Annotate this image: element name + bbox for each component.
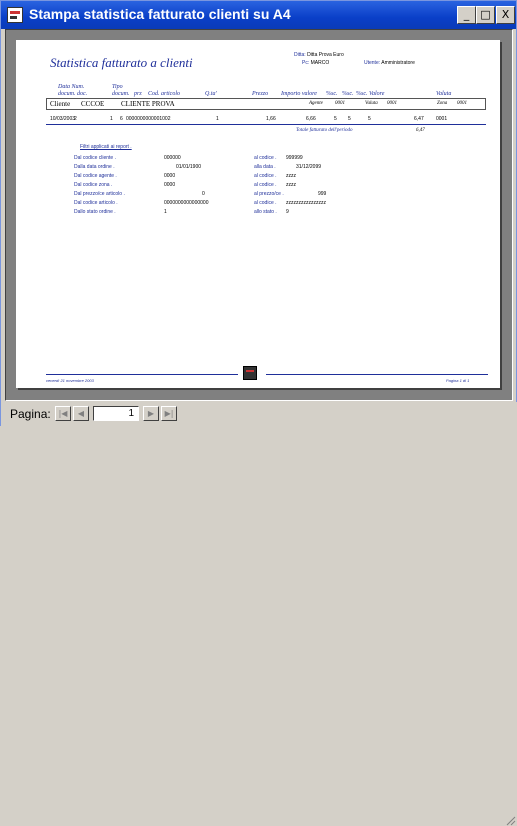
filter-label: Dal codice agente . bbox=[74, 173, 117, 179]
footer-date: venerdì 21 novembre 2003 bbox=[46, 378, 94, 383]
cliente-header: Cliente CCCOE CLIENTE PROVA Agente 0001 … bbox=[46, 98, 486, 110]
cell-sc1: 5 bbox=[334, 116, 337, 122]
agente-value: 0001 bbox=[335, 101, 345, 106]
col-cod-articolo: Cod. articolo bbox=[148, 91, 181, 97]
cell-sc2: 5 bbox=[348, 116, 351, 122]
filter-value2: zzzzzzzzzzzzzzzz bbox=[286, 200, 326, 206]
col-sc1: %sc. bbox=[326, 91, 338, 97]
filter-label2: al prezzo/ce . bbox=[254, 191, 284, 197]
footer-page: Pagina 1 di 1 bbox=[446, 378, 470, 383]
app-icon bbox=[7, 7, 23, 23]
cell-prezzo: 1,66 bbox=[266, 116, 276, 122]
total-divider bbox=[46, 124, 486, 125]
first-page-button[interactable]: |◀ bbox=[55, 406, 71, 421]
filter-value: 0000000000000000 bbox=[164, 200, 209, 206]
col-sc-valore: %sc. Valore bbox=[356, 91, 385, 97]
filter-label: Dalla data ordine . bbox=[74, 164, 115, 170]
col-sc2: %sc. bbox=[342, 91, 354, 97]
filter-value: 0 bbox=[202, 191, 205, 197]
valuta-label: Valuta bbox=[365, 101, 378, 106]
report-page: Statistica fatturato a clienti Ditta: Di… bbox=[16, 40, 500, 388]
filter-value: 1 bbox=[164, 209, 167, 215]
footer-divider-right bbox=[266, 374, 488, 375]
filter-value2: 9 bbox=[286, 209, 289, 215]
filter-title: Filtri applicati ai report . bbox=[80, 144, 132, 150]
cliente-code: CCCOE bbox=[81, 100, 105, 108]
cell-valore: 6,47 bbox=[414, 116, 424, 122]
filter-label2: al codice . bbox=[254, 182, 277, 188]
filter-label2: al codice . bbox=[254, 200, 277, 206]
col-prz: prz bbox=[134, 91, 142, 97]
ditta-info: Ditta: Ditta Prova Euro bbox=[294, 52, 344, 58]
restore-button[interactable]: □ bbox=[476, 6, 495, 24]
filter-value2: 999 bbox=[318, 191, 327, 197]
report-preview-window: Stampa statistica fatturato clienti su A… bbox=[0, 0, 517, 826]
cell-importo: 6,66 bbox=[306, 116, 316, 122]
filter-label2: allo stato . bbox=[254, 209, 277, 215]
utente-info: Utente: Amministratore bbox=[364, 60, 415, 66]
filter-value2: 999999 bbox=[286, 155, 303, 161]
filter-value2: 31/12/2099 bbox=[296, 164, 322, 170]
preview-area[interactable]: Statistica fatturato a clienti Ditta: Di… bbox=[5, 29, 513, 401]
cell-articolo: 0000000000001002 bbox=[126, 116, 171, 122]
zona-label: Zona bbox=[437, 101, 448, 106]
cell-num: 2 bbox=[74, 116, 77, 122]
resize-grip-icon[interactable] bbox=[504, 814, 516, 826]
cell-tipo: 1 bbox=[110, 116, 113, 122]
valuta-value: 0001 bbox=[387, 101, 397, 106]
total-value: 6,47 bbox=[416, 128, 425, 133]
filter-label2: al codice . bbox=[254, 155, 277, 161]
agente-label: Agente bbox=[309, 101, 323, 106]
filter-value2: zzzz bbox=[286, 173, 296, 179]
filter-value: 0000 bbox=[164, 182, 176, 188]
minimize-button[interactable]: _ bbox=[457, 6, 476, 24]
filter-label: Dal codice cliente . bbox=[74, 155, 116, 161]
filter-value: 01/01/1900 bbox=[176, 164, 202, 170]
close-button[interactable]: X bbox=[496, 6, 515, 24]
report-title: Statistica fatturato a clienti bbox=[50, 55, 193, 70]
col-prezzo: Prezzo bbox=[252, 91, 269, 97]
last-page-button[interactable]: ▶| bbox=[161, 406, 177, 421]
cell-date: 10/03/2003 bbox=[50, 116, 76, 122]
col-importo: Importo valore bbox=[281, 91, 317, 97]
filter-label: Dallo stato ordine . bbox=[74, 209, 116, 215]
page-label: Pagina: bbox=[10, 407, 51, 421]
filter-value: 000000 bbox=[164, 155, 181, 161]
total-label: Totale fatturato dell'periodo bbox=[296, 128, 353, 133]
filter-label: Dal codice zona . bbox=[74, 182, 113, 188]
cliente-name: CLIENTE PROVA bbox=[121, 100, 175, 108]
next-page-button[interactable]: ▶ bbox=[143, 406, 159, 421]
cell-qta: 1 bbox=[216, 116, 219, 122]
footer-logo-icon bbox=[243, 366, 257, 380]
col-valuta: Valuta bbox=[436, 91, 452, 97]
filter-label: Dal prezzo/ce articolo . bbox=[74, 191, 125, 197]
cliente-label: Cliente bbox=[50, 100, 71, 108]
filter-value: 0000 bbox=[164, 173, 176, 179]
titlebar[interactable]: Stampa statistica fatturato clienti su A… bbox=[1, 1, 516, 29]
window-title: Stampa statistica fatturato clienti su A… bbox=[29, 6, 291, 22]
previous-page-button[interactable]: ◀ bbox=[73, 406, 89, 421]
col-tipo: Tipo docum. bbox=[112, 84, 130, 97]
filter-value2: zzzz bbox=[286, 182, 296, 188]
col-data-num: Data Num. docum. doc. bbox=[58, 84, 88, 97]
pc-info: Pc: MARCO bbox=[302, 60, 330, 66]
filter-label2: alla data . bbox=[254, 164, 276, 170]
page-number-input[interactable]: 1 bbox=[93, 406, 139, 421]
zona-value: 0001 bbox=[457, 101, 467, 106]
col-qta: Q.ta' bbox=[205, 91, 217, 97]
cell-prz: 6 bbox=[120, 116, 123, 122]
cell-sc3: 5 bbox=[368, 116, 371, 122]
filter-label: Dal codice articolo . bbox=[74, 200, 118, 206]
footer-divider-left bbox=[46, 374, 238, 375]
page-navigation-bar: Pagina: |◀ ◀ 1 ▶ ▶| bbox=[1, 402, 517, 826]
filter-label2: al codice . bbox=[254, 173, 277, 179]
cell-valuta: 0001 bbox=[436, 116, 448, 122]
